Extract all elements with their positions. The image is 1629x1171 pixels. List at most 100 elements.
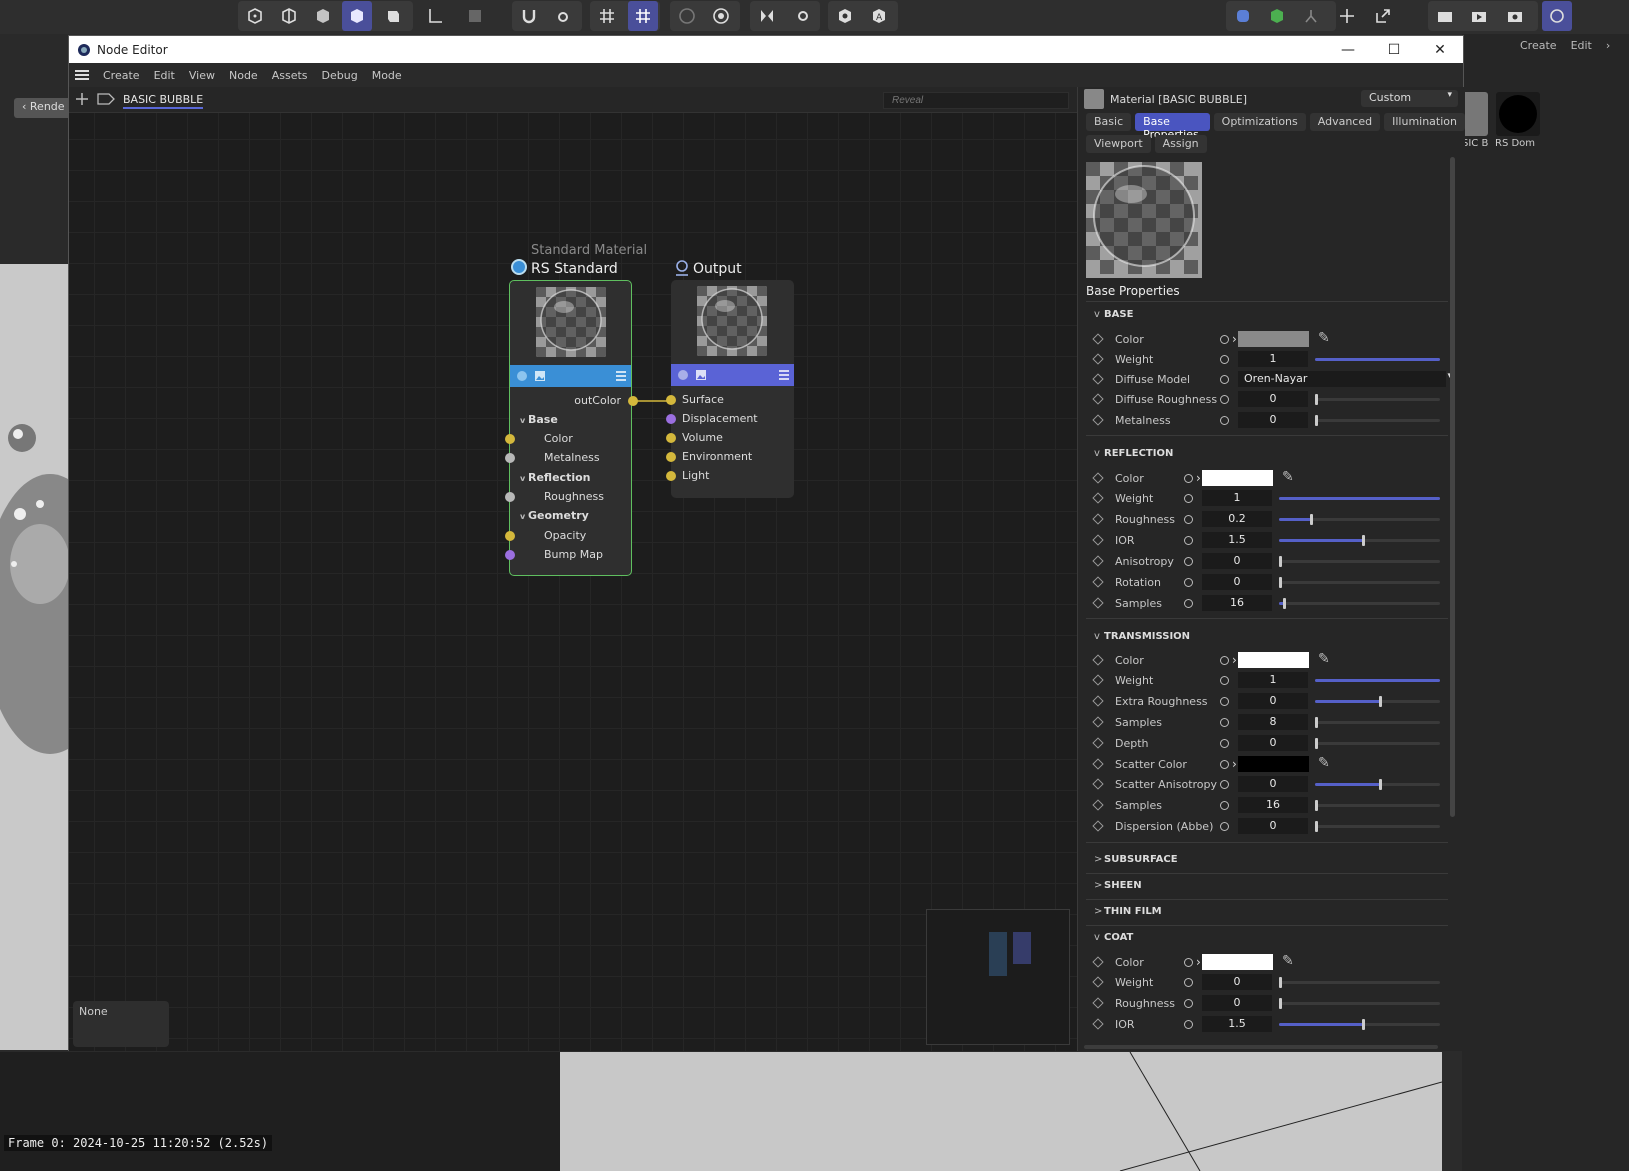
animate-circle-icon[interactable] — [1220, 656, 1229, 665]
port-environment-dot[interactable] — [666, 452, 676, 462]
port-color-dot[interactable] — [505, 434, 515, 444]
coat-ior-value[interactable]: 1.5 — [1202, 1016, 1272, 1032]
group-coat[interactable]: v COAT — [1094, 932, 1133, 943]
expand-arrow-icon[interactable]: › — [1232, 653, 1237, 667]
trans-samples-2-slider[interactable] — [1315, 800, 1440, 811]
keyframe-diamond-icon[interactable] — [1092, 799, 1104, 811]
menu-edit[interactable]: Edit — [154, 69, 175, 82]
keyframe-diamond-icon[interactable] — [1092, 716, 1104, 728]
tab-assign[interactable]: Assign — [1154, 135, 1207, 153]
animate-circle-icon[interactable] — [1220, 335, 1229, 344]
minimap[interactable] — [926, 909, 1070, 1045]
animate-circle-icon[interactable] — [1220, 822, 1229, 831]
shader-icon[interactable] — [677, 369, 689, 381]
expand-arrow-icon[interactable]: › — [1196, 471, 1201, 485]
keyframe-diamond-icon[interactable] — [1092, 737, 1104, 749]
refl-rotation-slider[interactable] — [1279, 577, 1440, 588]
menu-mode[interactable]: Mode — [372, 69, 402, 82]
python-icon[interactable] — [1228, 1, 1258, 31]
tab-illumination[interactable]: Illumination — [1384, 113, 1465, 131]
animate-circle-icon[interactable] — [1220, 395, 1229, 404]
coat-weight-value[interactable]: 0 — [1202, 974, 1272, 990]
menu-view[interactable]: View — [189, 69, 215, 82]
expand-arrow-icon[interactable]: › — [1232, 332, 1237, 346]
render-view-icon[interactable] — [1430, 1, 1460, 31]
animate-circle-icon[interactable] — [1184, 536, 1193, 545]
animate-circle-icon[interactable] — [1184, 1020, 1193, 1029]
node-menu-icon[interactable] — [778, 369, 790, 381]
keyframe-diamond-icon[interactable] — [1092, 414, 1104, 426]
refl-anisotropy-value[interactable]: 0 — [1202, 553, 1272, 569]
eyedropper-icon[interactable]: ✎ — [1318, 330, 1330, 346]
output-node[interactable]: Surface Displacement Volume Environment … — [666, 280, 794, 498]
base-weight-value[interactable]: 1 — [1238, 351, 1308, 367]
keyframe-diamond-icon[interactable] — [1092, 597, 1104, 609]
character-icon[interactable] — [1296, 1, 1326, 31]
slider-knob[interactable] — [1315, 800, 1318, 811]
tab-advanced[interactable]: Advanced — [1309, 113, 1381, 131]
trans-depth-slider[interactable] — [1315, 738, 1440, 749]
add-icon[interactable] — [75, 92, 89, 106]
animate-circle-icon[interactable] — [1184, 999, 1193, 1008]
slider-knob[interactable] — [1315, 415, 1318, 426]
keyframe-diamond-icon[interactable] — [1092, 654, 1104, 666]
refl-ior-slider[interactable] — [1279, 535, 1440, 546]
animate-circle-icon[interactable] — [1184, 578, 1193, 587]
refl-anisotropy-slider[interactable] — [1279, 556, 1440, 567]
keyframe-diamond-icon[interactable] — [1092, 555, 1104, 567]
expand-arrow-icon[interactable]: › — [1196, 955, 1201, 969]
grid-snap-icon[interactable] — [628, 1, 658, 31]
render-region-icon[interactable] — [672, 1, 702, 31]
group-base[interactable]: v Base — [520, 412, 558, 428]
keyframe-diamond-icon[interactable] — [1092, 997, 1104, 1009]
animate-circle-icon[interactable] — [1220, 416, 1229, 425]
animate-circle-icon[interactable] — [1184, 599, 1193, 608]
trans-scatter-anisotropy-value[interactable]: 0 — [1238, 776, 1308, 792]
menu-edit[interactable]: Edit — [1571, 39, 1592, 52]
close-button[interactable]: ✕ — [1417, 36, 1463, 63]
base-weight-slider[interactable] — [1315, 358, 1440, 361]
group-geometry[interactable]: v Geometry — [520, 508, 589, 524]
tab-viewport[interactable]: Viewport — [1086, 135, 1151, 153]
magnet-icon[interactable] — [514, 1, 544, 31]
group-transmission[interactable]: v TRANSMISSION — [1094, 631, 1190, 642]
refl-roughness-value[interactable]: 0.2 — [1202, 511, 1272, 527]
slider-knob[interactable] — [1279, 998, 1282, 1009]
slider-knob[interactable] — [1279, 577, 1282, 588]
port-opacity-dot[interactable] — [505, 531, 515, 541]
keyframe-diamond-icon[interactable] — [1092, 758, 1104, 770]
visibility-icon[interactable] — [830, 1, 860, 31]
port-volume-dot[interactable] — [666, 433, 676, 443]
coat-color-swatch[interactable] — [1202, 954, 1273, 970]
preview-image-icon[interactable] — [534, 370, 546, 382]
menu-create[interactable]: Create — [103, 69, 140, 82]
eyedropper-icon[interactable]: ✎ — [1282, 953, 1294, 969]
shader-icon[interactable] — [516, 370, 528, 382]
tab-optimizations[interactable]: Optimizations — [1213, 113, 1306, 131]
slider-knob[interactable] — [1361, 1019, 1365, 1030]
node-graph-canvas[interactable]: Standard Material RS Standard outColor v… — [69, 113, 1077, 1051]
keyframe-diamond-icon[interactable] — [1092, 576, 1104, 588]
slider-knob[interactable] — [1282, 598, 1286, 609]
base-diffuse-roughness-value[interactable]: 0 — [1238, 391, 1308, 407]
symmetry-icon[interactable] — [752, 1, 782, 31]
animate-circle-icon[interactable] — [1220, 375, 1229, 384]
keyframe-diamond-icon[interactable] — [1092, 1018, 1104, 1030]
group-subsurface[interactable]: > SUBSURFACE — [1094, 854, 1178, 865]
keyframe-diamond-icon[interactable] — [1092, 820, 1104, 832]
title-bar[interactable]: Node Editor — ☐ ✕ — [69, 36, 1463, 63]
animate-circle-icon[interactable] — [1184, 958, 1193, 967]
keyframe-diamond-icon[interactable] — [1092, 373, 1104, 385]
port-surface-dot[interactable] — [666, 395, 676, 405]
hamburger-menu-icon[interactable] — [75, 70, 89, 80]
sparkle-icon[interactable] — [1332, 1, 1362, 31]
vertical-scrollbar[interactable] — [1450, 157, 1455, 817]
trans-extra-roughness-value[interactable]: 0 — [1238, 693, 1308, 709]
material-thumb-basic-bubble[interactable] — [1462, 92, 1488, 136]
rs-standard-node[interactable]: outColor v Base Color Metalness v Reflec… — [505, 280, 638, 576]
slider-knob[interactable] — [1279, 556, 1282, 567]
slider-knob[interactable] — [1315, 394, 1318, 405]
refl-rotation-value[interactable]: 0 — [1202, 574, 1272, 590]
group-sheen[interactable]: > SHEEN — [1094, 880, 1142, 891]
trans-samples-2-value[interactable]: 16 — [1238, 797, 1308, 813]
